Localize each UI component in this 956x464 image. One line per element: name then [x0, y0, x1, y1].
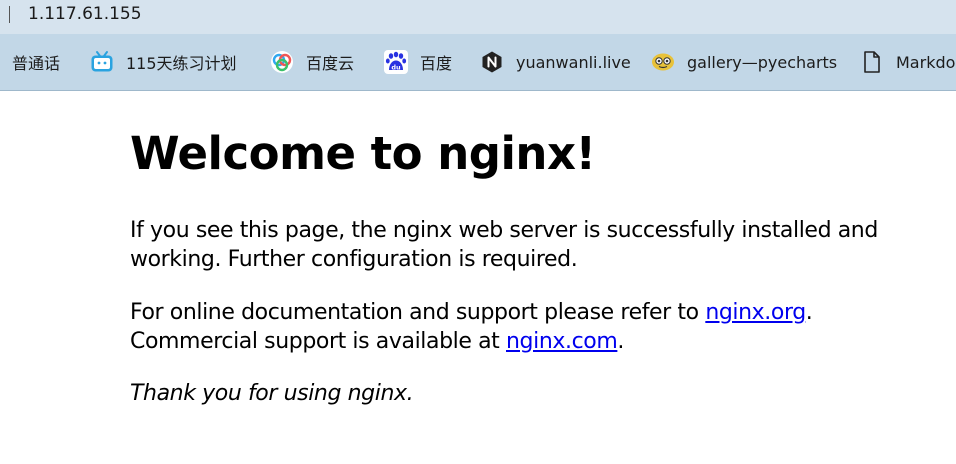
- nginx-com-link[interactable]: nginx.com: [506, 329, 618, 354]
- bookmarks-bar: 普通话 115天练习计划 百度云 du 百度 yuanwanli.live ga…: [0, 34, 956, 91]
- bookmark-label: gallery—pyecharts: [687, 52, 838, 72]
- bilibili-tv-icon: [90, 50, 114, 74]
- document-icon: [860, 50, 884, 74]
- baidu-paw-icon: du: [384, 50, 408, 74]
- commercial-text-period: .: [617, 329, 624, 354]
- thanks-paragraph: Thank you for using nginx.: [130, 381, 414, 406]
- bookmark-putonghua[interactable]: 普通话: [12, 34, 60, 90]
- bookmark-baidu[interactable]: du 百度: [384, 34, 452, 90]
- bookmark-label: yuanwanli.live: [516, 52, 631, 72]
- baidu-cloud-icon: [270, 50, 294, 74]
- bookmark-markdown[interactable]: Markdo: [860, 34, 955, 90]
- bookmark-label: 百度云: [306, 54, 355, 73]
- support-text: For online documentation and support ple…: [130, 300, 706, 325]
- commercial-text: Commercial support is available at: [130, 329, 506, 354]
- bookmark-115-plan[interactable]: 115天练习计划: [90, 34, 237, 90]
- page-title: Welcome to nginx!: [130, 127, 596, 180]
- nginx-org-link[interactable]: nginx.org: [705, 300, 806, 325]
- intro-paragraph: If you see this page, the nginx web serv…: [130, 218, 878, 272]
- bookmark-yuanwanli[interactable]: yuanwanli.live: [480, 34, 631, 90]
- support-text-period: .: [805, 300, 813, 325]
- support-paragraph: For online documentation and support ple…: [130, 298, 920, 356]
- address-url[interactable]: 1.117.61.155: [28, 3, 142, 25]
- pyecharts-logo-icon: [651, 50, 675, 74]
- bookmark-baidu-cloud[interactable]: 百度云: [270, 34, 354, 90]
- bookmark-label: 百度: [420, 54, 453, 73]
- address-caret: [9, 6, 10, 23]
- svg-text:du: du: [391, 64, 401, 72]
- bookmark-pyecharts-gallery[interactable]: gallery—pyecharts: [651, 34, 837, 90]
- nginx-n-icon: [480, 50, 504, 74]
- bookmark-label: 普通话: [12, 54, 61, 73]
- address-bar[interactable]: 1.117.61.155: [0, 0, 956, 34]
- bookmark-label: Markdo: [896, 52, 956, 72]
- bookmark-label: 115天练习计划: [126, 54, 237, 73]
